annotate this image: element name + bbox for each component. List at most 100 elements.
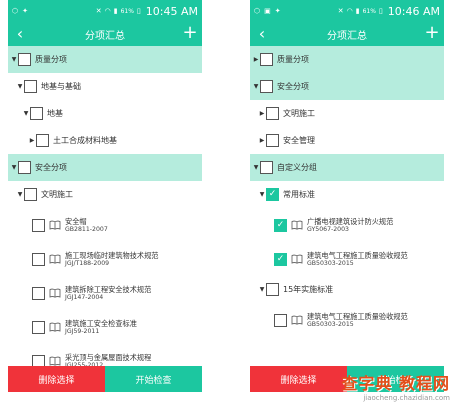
add-icon[interactable]: + [182, 23, 198, 43]
tree-node[interactable]: ▶ 文明施工 [250, 100, 444, 127]
book-icon [291, 220, 303, 230]
right-screen: ⬡ ▣ ✦ ✕ ◠ ▮ 61% ▯ 10:46 AM ‹ 分项汇总 + ▶ 质量… [250, 0, 444, 392]
standards-tree: ▼ 质量分项 ▼ 地基与基础 ▼ 地基 ▶ 土工合成材料地基 ▼ 安全分项 ▼ … [8, 46, 202, 378]
delete-selection-button[interactable]: 删除选择 [250, 366, 347, 392]
standard-item[interactable]: ✓ 建筑电气工程施工质量验收规范 GB50303-2015 [250, 242, 444, 276]
collapse-arrow-icon[interactable]: ▶ [258, 137, 266, 144]
wifi-icon: ◠ [346, 6, 353, 15]
standard-item[interactable]: 安全帽 GB2811-2007 [8, 208, 202, 242]
standard-code: JGJ59-2011 [65, 327, 100, 335]
start-check-button[interactable]: 开始检查 [105, 366, 202, 392]
standard-code: JGJ/T188-2009 [65, 259, 110, 267]
node-label: 安全分项 [277, 82, 309, 91]
expand-arrow-icon[interactable]: ▼ [258, 286, 266, 293]
standard-title: 建筑电气工程施工质量验收规范 [307, 250, 408, 260]
node-label: 质量分项 [35, 55, 67, 64]
clock: 10:45 AM [145, 4, 198, 18]
check-icon: ✓ [276, 253, 285, 264]
expand-arrow-icon[interactable]: ▼ [22, 110, 30, 117]
left-screen: ⬡ ✦ ✕ ◠ ▮ 61% ▯ 10:45 AM ‹ 分项汇总 + ▼ 质量分项… [8, 0, 202, 392]
usb-icon: ✦ [274, 6, 281, 15]
standard-item[interactable]: ✓ 广播电视建筑设计防火规范 GY5067-2003 [250, 208, 444, 242]
check-icon: ✓ [276, 219, 285, 230]
tree-node[interactable]: ▼ 安全分项 [250, 73, 444, 100]
expand-arrow-icon[interactable]: ▼ [16, 83, 24, 90]
standard-title: 采光顶与金属屋面技术规程 [65, 352, 152, 362]
standard-title: 施工现场临时建筑物技术规范 [65, 250, 159, 260]
page-title: 分项汇总 [85, 30, 125, 42]
tree-node[interactable]: ▼ 地基 [8, 100, 202, 127]
checkbox[interactable] [260, 80, 273, 93]
tree-node[interactable]: ▶ 质量分项 [250, 46, 444, 73]
checkbox[interactable] [18, 53, 31, 66]
checkbox[interactable] [32, 286, 45, 300]
node-label: 常用标准 [283, 190, 315, 199]
checkbox[interactable] [266, 134, 279, 147]
checkbox-checked[interactable]: ✓ [274, 218, 287, 232]
back-arrow-icon[interactable]: ‹ [12, 24, 28, 44]
tree-node[interactable]: ▼ 自定义分组 [250, 154, 444, 181]
standard-item[interactable]: 施工现场临时建筑物技术规范 JGJ/T188-2009 [8, 242, 202, 276]
battery-percent: 61% [362, 7, 376, 15]
check-icon: ✓ [268, 189, 277, 199]
back-arrow-icon[interactable]: ‹ [254, 24, 270, 44]
checkbox[interactable] [260, 161, 273, 174]
app-bar: ‹ 分项汇总 + [8, 22, 202, 46]
checkbox[interactable] [32, 252, 45, 266]
checkbox[interactable] [30, 107, 43, 120]
expand-arrow-icon[interactable]: ▼ [252, 164, 260, 171]
standard-item[interactable]: 建筑拆除工程安全技术规范 JGJ147-2004 [8, 276, 202, 310]
standard-item[interactable]: 建筑电气工程施工质量验收规范 GB50303-2015 [250, 303, 444, 337]
checkbox[interactable] [266, 107, 279, 120]
expand-arrow-icon[interactable]: ▼ [258, 191, 266, 198]
battery-percent: 61% [120, 7, 134, 15]
standards-tree: ▶ 质量分项 ▼ 安全分项 ▶ 文明施工 ▶ 安全管理 ▼ 自定义分组 ▼ ✓ … [250, 46, 444, 337]
collapse-arrow-icon[interactable]: ▶ [28, 137, 36, 144]
collapse-arrow-icon[interactable]: ▶ [258, 110, 266, 117]
status-bar: ⬡ ▣ ✦ ✕ ◠ ▮ 61% ▯ 10:46 AM [250, 0, 444, 22]
app-bar: ‹ 分项汇总 + [250, 22, 444, 46]
tree-node[interactable]: ▼ 文明施工 [8, 181, 202, 208]
checkbox-checked[interactable]: ✓ [266, 188, 279, 201]
collapse-arrow-icon[interactable]: ▶ [252, 56, 260, 63]
tree-node[interactable]: ▶ 土工合成材料地基 [8, 127, 202, 154]
node-label: 地基 [47, 109, 63, 118]
book-icon [49, 356, 61, 366]
checkbox[interactable] [32, 218, 45, 232]
standard-title: 建筑电气工程施工质量验收规范 [307, 311, 408, 321]
checkbox[interactable] [32, 320, 45, 334]
standard-item[interactable]: 建筑施工安全检查标准 JGJ59-2011 [8, 310, 202, 344]
expand-arrow-icon[interactable]: ▼ [10, 164, 18, 171]
tree-node[interactable]: ▶ 安全管理 [250, 127, 444, 154]
standard-code: GB50303-2015 [307, 320, 354, 328]
checkbox[interactable] [24, 188, 37, 201]
tree-node[interactable]: ▼ 地基与基础 [8, 73, 202, 100]
checkbox[interactable] [36, 134, 49, 147]
delete-selection-button[interactable]: 删除选择 [8, 366, 105, 392]
tree-node[interactable]: ▼ 安全分项 [8, 154, 202, 181]
usb-icon: ✦ [22, 6, 28, 15]
battery-icon: ▯ [136, 6, 141, 15]
standard-code: JGJ147-2004 [65, 293, 104, 301]
book-icon [291, 315, 303, 325]
node-label: 安全分项 [35, 163, 67, 172]
checkbox[interactable] [266, 283, 279, 296]
book-icon [291, 254, 303, 264]
expand-arrow-icon[interactable]: ▼ [10, 56, 18, 63]
page-title: 分项汇总 [327, 30, 367, 42]
book-icon [49, 254, 61, 264]
checkbox[interactable] [260, 53, 273, 66]
expand-arrow-icon[interactable]: ▼ [252, 83, 260, 90]
tree-node[interactable]: ▼ 15年实施标准 [250, 276, 444, 303]
expand-arrow-icon[interactable]: ▼ [16, 191, 24, 198]
checkbox-checked[interactable]: ✓ [274, 252, 287, 266]
checkbox[interactable] [18, 161, 31, 174]
tree-node[interactable]: ▼ 质量分项 [8, 46, 202, 73]
battery-icon: ▯ [378, 6, 383, 15]
tree-node[interactable]: ▼ ✓ 常用标准 [250, 181, 444, 208]
add-icon[interactable]: + [424, 23, 440, 43]
checkbox[interactable] [24, 80, 37, 93]
node-label: 质量分项 [277, 55, 309, 64]
checkbox[interactable] [274, 313, 287, 327]
clock: 10:46 AM [387, 4, 440, 18]
